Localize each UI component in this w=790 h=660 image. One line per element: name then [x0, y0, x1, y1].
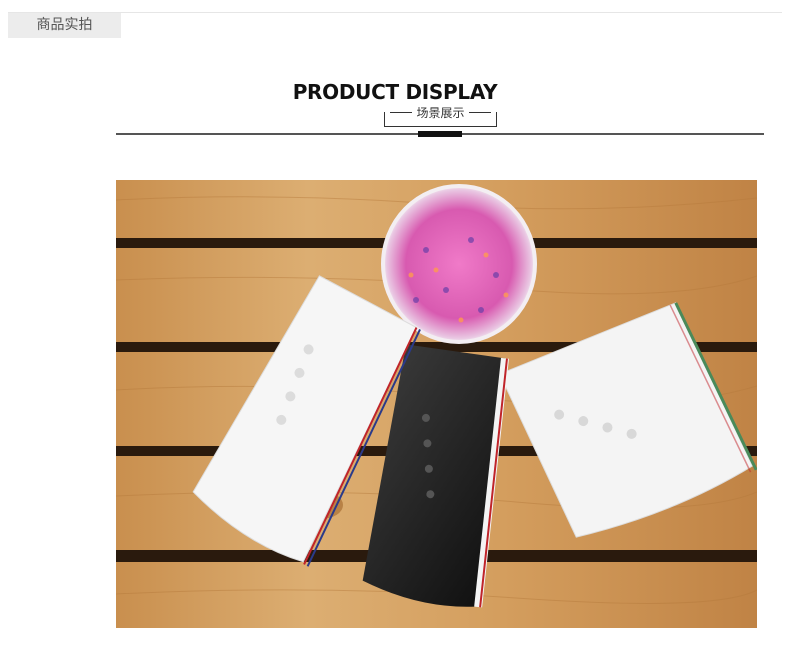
- subtitle-frame: 场景展示: [384, 104, 497, 130]
- top-divider: [8, 12, 782, 13]
- section-tag: 商品实拍: [8, 13, 121, 38]
- page-title: PRODUCT DISPLAY: [292, 80, 498, 104]
- subtitle: 场景展示: [416, 106, 465, 120]
- product-photo: [116, 180, 757, 628]
- title-rule-accent: [418, 131, 462, 137]
- product-photo-svg: [116, 180, 757, 628]
